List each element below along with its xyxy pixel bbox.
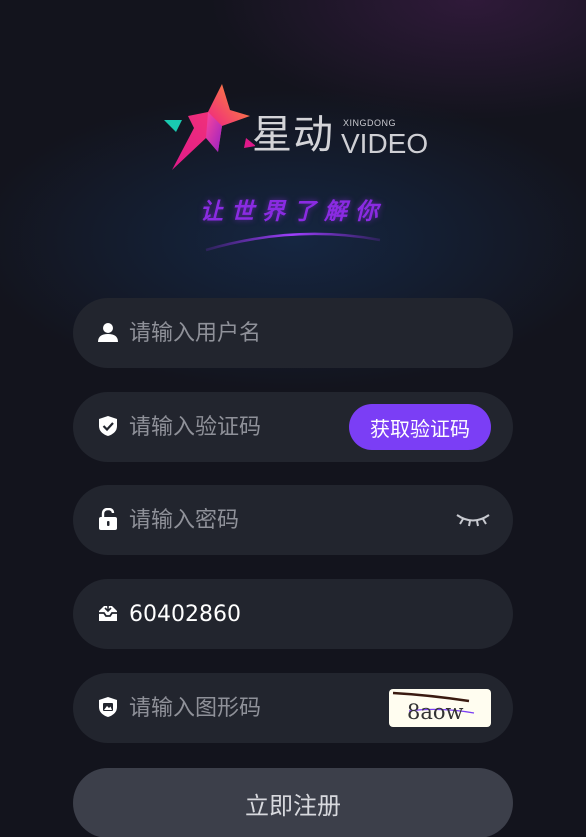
captcha-input[interactable] <box>129 673 379 743</box>
invite-code-field <box>73 579 513 649</box>
verify-code-input[interactable] <box>129 392 379 462</box>
brand-name-cn: 星动 <box>252 112 334 158</box>
captcha-image[interactable]: 8aow <box>389 689 491 727</box>
shield-check-icon <box>99 416 117 436</box>
unlock-icon <box>99 508 117 530</box>
captcha-field: 8aow <box>73 673 513 743</box>
inbox-icon <box>99 604 117 621</box>
invite-code-input[interactable] <box>129 579 379 649</box>
username-field <box>73 298 513 368</box>
user-icon <box>98 323 118 342</box>
brand-logo: 星动 XINGDONG VIDEO <box>160 82 430 177</box>
star-logo-icon <box>164 84 255 170</box>
brand-name-en: VIDEO <box>341 128 429 159</box>
get-code-button[interactable]: 获取验证码 <box>349 404 491 450</box>
register-page: 星动 XINGDONG VIDEO 让世界了解你 获取验证码 <box>0 0 586 837</box>
image-shield-icon <box>99 697 117 717</box>
register-button[interactable]: 立即注册 <box>73 768 513 837</box>
eye-closed-icon[interactable] <box>455 510 491 530</box>
brand-name-small: XINGDONG <box>343 118 397 128</box>
password-field <box>73 485 513 555</box>
captcha-text: 8aow <box>407 700 464 724</box>
slogan: 让世界了解你 <box>200 198 386 225</box>
slogan-swoosh-icon <box>205 232 381 252</box>
verify-code-field: 获取验证码 <box>73 392 513 462</box>
password-input[interactable] <box>129 485 379 555</box>
username-input[interactable] <box>129 298 379 368</box>
